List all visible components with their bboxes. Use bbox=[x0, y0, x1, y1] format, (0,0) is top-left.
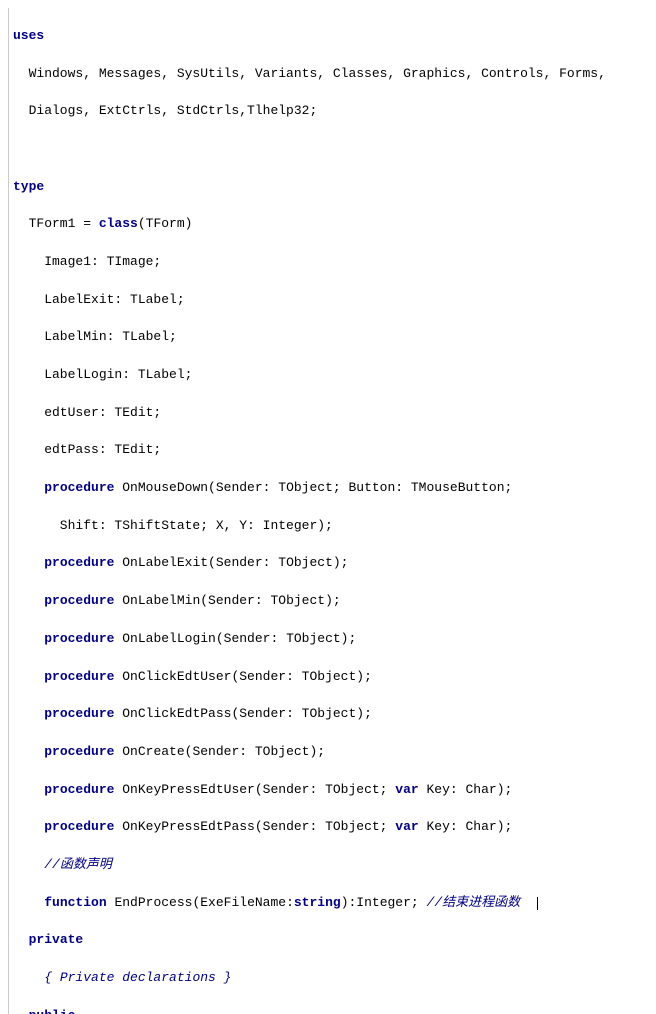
keyword-var: var bbox=[395, 782, 418, 797]
text: OnCreate(Sender: TObject); bbox=[114, 744, 325, 759]
code-line: LabelLogin: TLabel; bbox=[13, 366, 656, 385]
code-line: function EndProcess(ExeFileName:string):… bbox=[13, 894, 656, 913]
text: OnLabelLogin(Sender: TObject); bbox=[114, 631, 356, 646]
code-line: procedure OnLabelLogin(Sender: TObject); bbox=[13, 630, 656, 649]
code-line: //函数声明 bbox=[13, 856, 656, 875]
keyword-procedure: procedure bbox=[44, 555, 114, 570]
code-line: Shift: TShiftState; X, Y: Integer); bbox=[13, 517, 656, 536]
text: OnKeyPressEdtUser(Sender: TObject; bbox=[114, 782, 395, 797]
keyword-procedure: procedure bbox=[44, 480, 114, 495]
code-line: edtUser: TEdit; bbox=[13, 404, 656, 423]
keyword-string: string bbox=[294, 895, 341, 910]
text: EndProcess(ExeFileName: bbox=[107, 895, 294, 910]
code-line bbox=[13, 140, 656, 159]
text: OnMouseDown(Sender: TObject; Button: TMo… bbox=[114, 480, 512, 495]
code-line: Dialogs, ExtCtrls, StdCtrls,Tlhelp32; bbox=[13, 102, 656, 121]
text: OnClickEdtUser(Sender: TObject); bbox=[114, 669, 371, 684]
code-line: LabelExit: TLabel; bbox=[13, 291, 656, 310]
code-line: procedure OnClickEdtPass(Sender: TObject… bbox=[13, 705, 656, 724]
code-line: TForm1 = class(TForm) bbox=[13, 215, 656, 234]
code-line: procedure OnClickEdtUser(Sender: TObject… bbox=[13, 668, 656, 687]
text: Key: Char); bbox=[419, 819, 513, 834]
keyword-procedure: procedure bbox=[44, 782, 114, 797]
text: ):Integer; bbox=[341, 895, 427, 910]
text: Key: Char); bbox=[419, 782, 513, 797]
text: OnLabelMin(Sender: TObject); bbox=[114, 593, 340, 608]
text: OnClickEdtPass(Sender: TObject); bbox=[114, 706, 371, 721]
code-line: public bbox=[13, 1007, 656, 1014]
keyword-function: function bbox=[44, 895, 106, 910]
keyword-procedure: procedure bbox=[44, 744, 114, 759]
code-block: uses Windows, Messages, SysUtils, Varian… bbox=[8, 8, 656, 1014]
keyword-type: type bbox=[13, 179, 44, 194]
keyword-var: var bbox=[395, 819, 418, 834]
code-line: { Private declarations } bbox=[13, 969, 656, 988]
code-line: procedure OnLabelExit(Sender: TObject); bbox=[13, 554, 656, 573]
code-line: private bbox=[13, 931, 656, 950]
code-line: procedure OnMouseDown(Sender: TObject; B… bbox=[13, 479, 656, 498]
keyword-procedure: procedure bbox=[44, 631, 114, 646]
keyword-uses: uses bbox=[13, 28, 44, 43]
code-line: procedure OnKeyPressEdtUser(Sender: TObj… bbox=[13, 781, 656, 800]
code-line: procedure OnLabelMin(Sender: TObject); bbox=[13, 592, 656, 611]
code-line: Image1: TImage; bbox=[13, 253, 656, 272]
comment: //函数声明 bbox=[44, 857, 112, 872]
code-line: LabelMin: TLabel; bbox=[13, 328, 656, 347]
keyword-private: private bbox=[29, 932, 84, 947]
keyword-procedure: procedure bbox=[44, 593, 114, 608]
code-line: Windows, Messages, SysUtils, Variants, C… bbox=[13, 65, 656, 84]
text: TForm1 = bbox=[13, 216, 99, 231]
keyword-procedure: procedure bbox=[44, 819, 114, 834]
keyword-procedure: procedure bbox=[44, 706, 114, 721]
keyword-public: public bbox=[29, 1008, 76, 1014]
code-line: uses bbox=[13, 27, 656, 46]
text: OnKeyPressEdtPass(Sender: TObject; bbox=[114, 819, 395, 834]
code-line: procedure OnKeyPressEdtPass(Sender: TObj… bbox=[13, 818, 656, 837]
comment: //结束进程函数 bbox=[427, 895, 536, 910]
keyword-procedure: procedure bbox=[44, 669, 114, 684]
text-cursor bbox=[537, 897, 538, 910]
code-line: type bbox=[13, 178, 656, 197]
code-line: edtPass: TEdit; bbox=[13, 441, 656, 460]
text: OnLabelExit(Sender: TObject); bbox=[114, 555, 348, 570]
text: (TForm) bbox=[138, 216, 193, 231]
comment: { Private declarations } bbox=[44, 970, 231, 985]
code-line: procedure OnCreate(Sender: TObject); bbox=[13, 743, 656, 762]
keyword-class: class bbox=[99, 216, 138, 231]
